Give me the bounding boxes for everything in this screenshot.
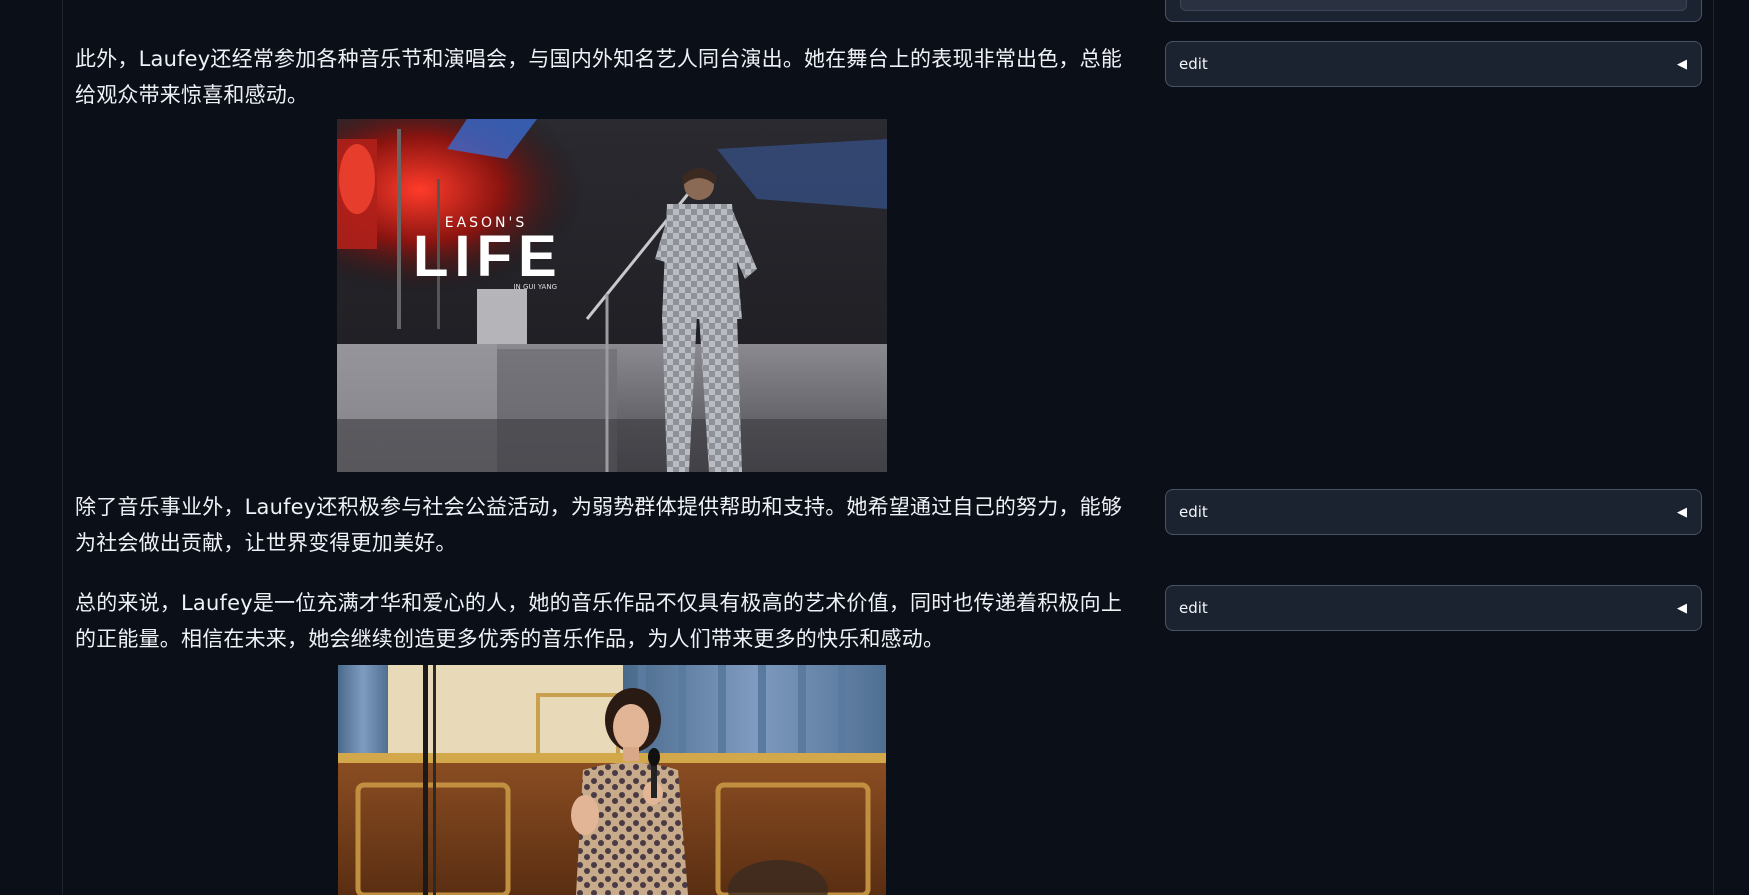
edit-label: edit: [1179, 599, 1208, 617]
content-frame: [62, 0, 1714, 895]
edit-dropdown-3[interactable]: edit ◀: [1165, 585, 1702, 631]
triangle-left-icon: ◀: [1677, 56, 1687, 72]
paragraph-2: 除了音乐事业外，Laufey还积极参与社会公益活动，为弱势群体提供帮助和支持。她…: [75, 495, 1123, 555]
concert-photo: EASON'S LIFE IN GUI YANG: [337, 119, 887, 472]
concert-subtitle: IN GUI YANG: [513, 283, 557, 291]
concert-title-big: LIFE: [413, 224, 563, 289]
speaker-photo: [338, 665, 886, 895]
edit-dropdown-1[interactable]: edit ◀: [1165, 41, 1702, 87]
paragraph-1: 此外，Laufey还经常参加各种音乐节和演唱会，与国内外知名艺人同台演出。她在舞…: [75, 47, 1123, 107]
paragraph-3: 总的来说，Laufey是一位充满才华和爱心的人，她的音乐作品不仅具有极高的艺术价…: [75, 591, 1123, 651]
triangle-left-icon: ◀: [1677, 600, 1687, 616]
triangle-left-icon: ◀: [1677, 504, 1687, 520]
edit-dropdown-2[interactable]: edit ◀: [1165, 489, 1702, 535]
edit-label: edit: [1179, 503, 1208, 521]
previous-edit-input[interactable]: [1180, 0, 1687, 11]
edit-label: edit: [1179, 55, 1208, 73]
